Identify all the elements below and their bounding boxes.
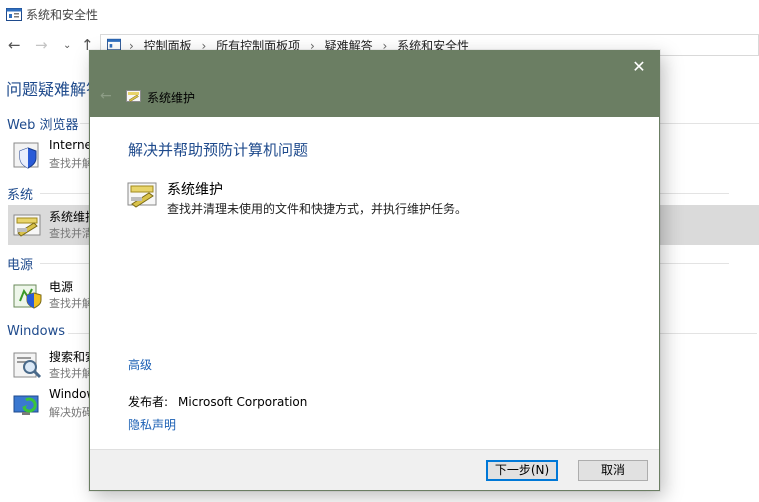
arrow-left-icon[interactable]: ← — [8, 36, 21, 54]
dialog-footer: 下一步(N) 取消 — [90, 449, 659, 490]
next-button[interactable]: 下一步(N) — [486, 460, 558, 481]
back-arrow-icon[interactable]: ← — [100, 88, 112, 104]
publisher-info: 发布者: Microsoft Corporation — [128, 393, 307, 410]
maintenance-icon — [126, 90, 141, 102]
ie-shield-icon — [13, 142, 39, 169]
section-header-web: Web 浏览器 — [7, 118, 79, 133]
troubleshooter-dialog: ✕ ← 系统维护 解决并帮助预防计算机问题 系统维护 查找并清理未使用的文件和快… — [89, 50, 660, 491]
item-subtitle: 解决妨碍 — [49, 406, 93, 419]
privacy-link[interactable]: 隐私声明 — [128, 416, 176, 433]
dialog-title: 系统维护 — [147, 91, 196, 105]
maintenance-icon — [13, 214, 41, 237]
control-panel-icon — [6, 8, 22, 21]
publisher-label: 发布者: — [128, 395, 169, 409]
section-header-system: 系统 — [7, 188, 34, 203]
item-title: 电源 — [49, 280, 74, 294]
task-description: 查找并清理未使用的文件和快捷方式，并执行维护任务。 — [167, 202, 468, 216]
close-icon[interactable]: ✕ — [629, 57, 649, 76]
arrow-right-icon[interactable]: → — [35, 36, 48, 54]
advanced-link[interactable]: 高级 — [128, 356, 152, 373]
title-bar: 系统和安全性 — [0, 0, 759, 30]
item-subtitle: 查找并清 — [49, 227, 93, 240]
page-title: 问题疑难解答 — [6, 80, 103, 99]
chevron-down-icon[interactable]: ⌄ — [63, 40, 71, 51]
window-title: 系统和安全性 — [26, 8, 99, 22]
search-index-icon — [13, 352, 42, 379]
maintenance-icon — [127, 182, 157, 208]
item-subtitle: 查找并解 — [49, 297, 93, 310]
item-subtitle: 查找并解 — [49, 157, 93, 170]
task-title: 系统维护 — [167, 182, 223, 198]
item-subtitle: 查找并解 — [49, 367, 93, 380]
section-header-windows: Windows — [7, 324, 66, 339]
publisher-value: Microsoft Corporation — [178, 395, 308, 409]
windows-update-icon — [13, 395, 39, 415]
power-shield-icon — [13, 284, 42, 309]
dialog-heading: 解决并帮助预防计算机问题 — [128, 141, 309, 159]
section-header-power: 电源 — [7, 258, 34, 273]
cancel-button[interactable]: 取消 — [578, 460, 648, 481]
dialog-header: ✕ ← 系统维护 — [90, 51, 659, 117]
